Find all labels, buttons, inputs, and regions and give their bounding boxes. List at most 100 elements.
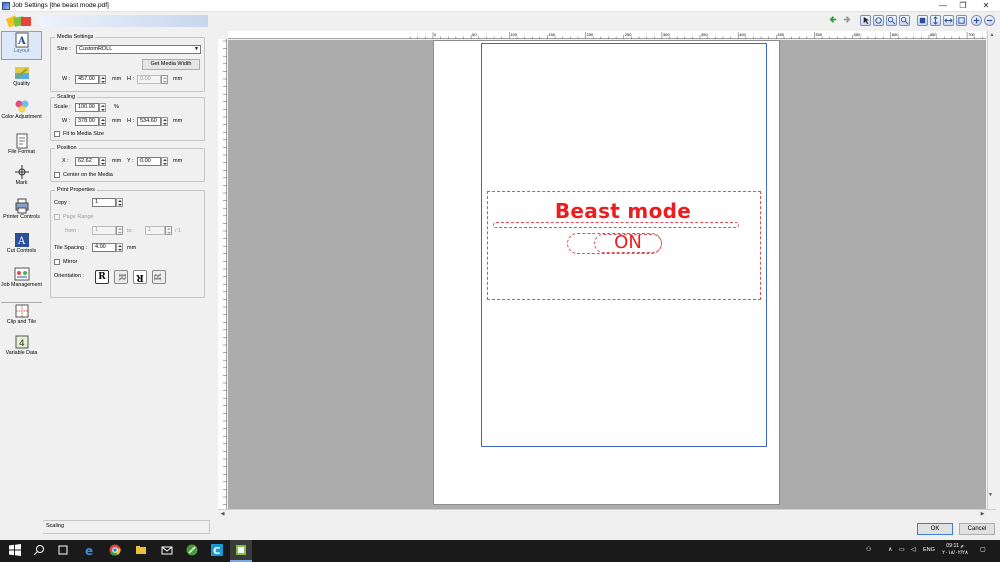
clock-time: 09:11 م — [946, 543, 964, 549]
zoom-out-icon[interactable] — [899, 15, 910, 26]
undo-arrow-icon[interactable] — [829, 15, 840, 26]
search-icon[interactable] — [32, 544, 46, 558]
rotate-tool-icon[interactable] — [873, 15, 884, 26]
group-title: Print Properties — [55, 187, 97, 193]
volume-icon[interactable]: ◁ — [911, 546, 916, 553]
scroll-down-icon[interactable]: ▼ — [988, 491, 993, 499]
ruler-label: 550 — [854, 32, 861, 37]
scaling-width-field[interactable]: 378.00 — [75, 117, 99, 126]
media-height-unit: mm — [173, 76, 183, 82]
media-width-stepper[interactable] — [99, 75, 106, 84]
sidebar-item-file-format[interactable]: File Format — [1, 133, 42, 161]
actual-size-icon[interactable] — [956, 15, 967, 26]
close-button[interactable]: ✕ — [975, 0, 997, 12]
fit-to-media-checkbox[interactable] — [54, 131, 60, 137]
network-icon[interactable]: ▭ — [899, 546, 905, 553]
quality-icon — [14, 65, 30, 81]
corel-app-icon[interactable] — [185, 544, 199, 558]
fit-width-icon[interactable] — [943, 15, 954, 26]
maximize-button[interactable]: ❐ — [952, 0, 974, 12]
job-settings-app-icon[interactable] — [234, 544, 248, 558]
taskbar-clock[interactable]: 09:11 م ٢٠١٨/٠٢/٢٨ — [940, 543, 970, 557]
center-on-media-checkbox[interactable] — [54, 172, 60, 178]
tile-spacing-stepper[interactable] — [116, 243, 123, 252]
file-explorer-icon[interactable] — [134, 544, 148, 558]
ruler-label: 600 — [892, 32, 899, 37]
language-indicator[interactable]: ENG — [923, 547, 935, 553]
ruler-label: 50 — [472, 32, 477, 37]
app-logo-icon — [6, 15, 31, 28]
position-x-stepper[interactable] — [99, 157, 106, 166]
orientation-reverse-portrait-icon[interactable]: R — [133, 270, 147, 284]
people-icon[interactable]: ⚇ — [866, 546, 871, 553]
sidebar-item-job-management[interactable]: Job Management — [1, 266, 42, 298]
scaling-width-stepper[interactable] — [99, 117, 106, 126]
toolbar — [0, 12, 1000, 30]
scaling-height-stepper[interactable] — [161, 117, 168, 126]
mirror-checkbox[interactable] — [54, 259, 60, 265]
zoom-plus-icon[interactable] — [971, 15, 982, 26]
scroll-up-icon[interactable]: ▲ — [988, 31, 996, 39]
scaling-height-field[interactable]: 534.60 — [137, 117, 161, 126]
minimize-button[interactable]: — — [932, 0, 954, 12]
edge-browser-icon[interactable]: e — [83, 544, 97, 558]
scale-field[interactable]: 100.00 — [75, 103, 99, 112]
sidebar-item-layout[interactable]: A Layout — [1, 31, 42, 60]
horizontal-scrollbar[interactable]: ◀ ▶ — [218, 509, 996, 518]
select-pointer-icon[interactable] — [860, 15, 871, 26]
vertical-ruler — [218, 39, 227, 509]
page-to-stepper — [165, 226, 172, 235]
sidebar-item-color-adjustment[interactable]: Color Adjustment — [1, 98, 42, 128]
scale-stepper[interactable] — [99, 103, 106, 112]
orientation-landscape-icon[interactable]: R — [114, 270, 128, 284]
copy-field[interactable]: 1 — [92, 198, 116, 207]
cut-line-bar — [493, 222, 739, 228]
chrome-icon[interactable] — [108, 544, 122, 558]
scroll-right-icon[interactable]: ▶ — [978, 510, 987, 518]
windows-start-icon[interactable] — [8, 544, 22, 558]
ruler-label: 250 — [625, 32, 632, 37]
media-width-field[interactable]: 457.00 — [75, 75, 99, 84]
scroll-left-icon[interactable]: ◀ — [218, 510, 227, 518]
fit-height-icon[interactable] — [930, 15, 941, 26]
sidebar-item-cut-controls[interactable]: A Cut Controls — [1, 232, 42, 264]
redo-arrow-icon[interactable] — [842, 15, 853, 26]
orientation-reverse-landscape-icon[interactable]: R — [152, 270, 166, 284]
task-view-icon[interactable] — [56, 544, 70, 558]
printer-controls-icon — [14, 198, 30, 214]
sidebar-item-label: Color Adjustment — [1, 114, 42, 120]
position-x-field[interactable]: 62.62 — [75, 157, 99, 166]
fit-page-icon[interactable] — [917, 15, 928, 26]
sidebar-item-quality[interactable]: Quality — [1, 65, 42, 95]
fit-to-media-label: Fit to Media Size — [63, 131, 104, 137]
mail-icon[interactable] — [160, 544, 174, 558]
sidebar-item-mark[interactable]: Mark — [1, 164, 42, 194]
notification-icon[interactable]: ▢ — [980, 546, 986, 553]
page-from-label: from : — [65, 228, 80, 234]
position-y-stepper[interactable] — [161, 157, 168, 166]
group-title: Media Settings — [55, 34, 96, 40]
ruler-label: 400 — [739, 32, 746, 37]
sidebar-item-clip-and-tile[interactable]: Clip and Tile — [1, 302, 42, 330]
size-select[interactable]: CustomROLL — [76, 45, 201, 54]
ruler-ticks: 0 50 100 150 200 250 300 350 400 450 500 550 600 650 7… — [409, 32, 983, 39]
tile-spacing-field[interactable]: 4.00 — [92, 243, 116, 252]
sidebar-item-variable-data[interactable]: 4 Variable Data — [1, 334, 42, 370]
c-app-icon[interactable]: C — [210, 544, 224, 558]
scaling-width-unit: mm — [112, 118, 122, 124]
orientation-portrait-icon[interactable]: R — [95, 270, 109, 284]
cancel-button[interactable]: Cancel — [959, 523, 995, 535]
sidebar-item-printer-controls[interactable]: Printer Controls — [1, 198, 42, 230]
ok-button[interactable]: OK — [917, 523, 953, 535]
page-total-label: / 1 — [175, 228, 182, 234]
sidebar-item-label: Layout — [13, 48, 30, 54]
sidebar-item-label: Clip and Tile — [6, 319, 37, 325]
ruler-label: 150 — [548, 32, 555, 37]
zoom-minus-icon[interactable] — [984, 15, 995, 26]
position-y-field[interactable]: 0.00 — [137, 157, 161, 166]
get-media-width-button[interactable]: Get Media Width — [142, 59, 200, 70]
tray-chevron-icon[interactable]: ∧ — [888, 546, 892, 553]
copy-stepper[interactable] — [116, 198, 123, 207]
vertical-scrollbar[interactable]: ▲ ▼ — [987, 31, 996, 509]
zoom-in-icon[interactable] — [886, 15, 897, 26]
